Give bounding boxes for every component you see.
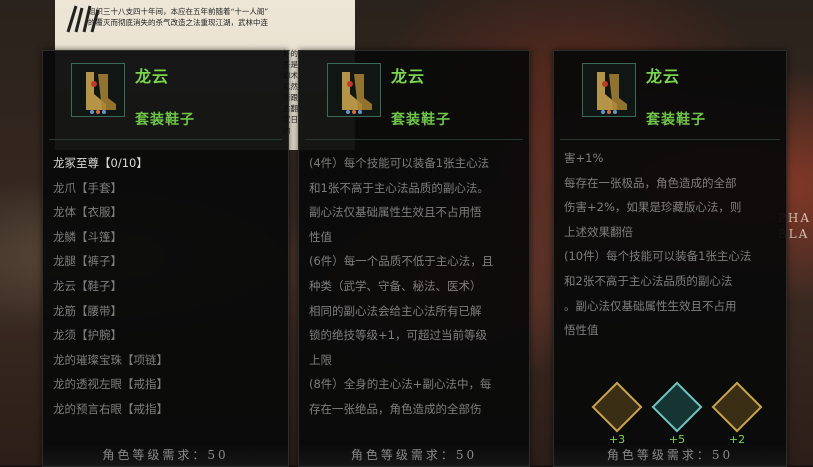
level-requirement: 角色等级需求：50 [554,444,786,466]
paper-text: 组织三十八支四十年间，本应在五年前随着“十一人阁” 的覆灭而彻底消失的杀气改造之… [88,6,358,28]
item-tooltip-panel-3: 龙云 套装鞋子 害+1% 每存在一张极品，角色造成的全部 伤害+2%，如果是珍藏… [553,50,787,467]
set-piece: 龙的透视左眼【戒指】 [53,377,168,392]
set-piece: 龙体【衣服】 [53,205,122,220]
bonus-line: 上限 [309,352,332,367]
bonus-line: (8件）全身的主心法+副心法中，每 [309,377,492,392]
level-requirement: 角色等级需求：50 [43,444,288,466]
bonus-line: (10件）每个技能可以装备1张主心法 [564,249,752,264]
tooltip-header: 龙云 套装鞋子 [554,51,786,139]
skill-icons: +3 +5 +2 [591,381,763,446]
skill-diamond-icon [651,381,703,433]
set-title: 龙冢至尊【0/10】 [53,156,148,170]
set-piece: 龙鳞【斗篷】 [53,229,122,244]
set-bonus-text: 害+1% 每存在一张极品，角色造成的全部 伤害+2%，如果是珍藏版心法，则 上述… [564,146,778,343]
bonus-line: (4件）每个技能可以装备1张主心法 [309,156,490,170]
item-name: 龙云 [135,67,170,86]
divider [49,139,282,140]
skill-diamond-icon [591,381,643,433]
bonus-line: 相同的副心法会给主心法所有已解 [309,303,482,318]
item-type: 套装鞋子 [135,112,195,128]
tooltip-header: 龙云 套装鞋子 [43,51,288,139]
bonus-line: 和1张不高于主心法品质的副心法。 [309,180,489,195]
boots-item-icon [582,63,636,117]
paper-line: 组织三十八支四十年间，本应在五年前随着“十一人阁” [88,7,269,16]
set-piece: 龙云【鞋子】 [53,278,122,293]
bonus-line: 伤害+2%，如果是珍藏版心法，则 [564,200,742,215]
bonus-line: 副心法仅基础属性生效且不占用悟 [309,205,482,220]
level-requirement: 角色等级需求：50 [299,444,529,466]
bonus-line: 锁的绝技等级+1，可超过当前等级 [309,328,487,343]
item-tooltip-panel-1: 龙云 套装鞋子 龙冢至尊【0/10】 龙爪【手套】 龙体【衣服】 龙鳞【斗篷】 … [42,50,289,467]
set-piece-list: 龙冢至尊【0/10】 龙爪【手套】 龙体【衣服】 龙鳞【斗篷】 龙腿【裤子】 龙… [53,151,280,422]
bonus-line: 悟性值 [564,323,599,338]
divider [560,139,780,140]
item-type: 套装鞋子 [646,112,706,128]
item-name: 龙云 [646,67,681,86]
bonus-line: 。副心法仅基础属性生效且不占用 [564,298,737,313]
set-piece: 龙爪【手套】 [53,180,122,195]
set-piece: 龙的璀璨宝珠【项链】 [53,352,168,367]
bonus-line: 存在一张绝品，角色造成的全部伤 [309,401,482,416]
paper-line: 的覆灭而彻底消失的杀气改造之法重现江湖，武林中连 [88,18,268,27]
set-piece: 龙筋【腰带】 [53,303,122,318]
bonus-line: 性值 [309,229,332,244]
bonus-line: 害+1% [564,151,604,165]
set-bonus-text: (4件）每个技能可以装备1张主心法 和1张不高于主心法品质的副心法。 副心法仅基… [309,151,521,422]
set-piece: 龙须【护腕】 [53,328,122,343]
bonus-line: (6件）每一个品质不低于主心法，且 [309,254,494,269]
bonus-line: 上述效果翻倍 [564,224,633,239]
boots-item-icon [327,63,381,117]
skill-slot-2[interactable]: +5 [651,381,703,446]
divider [305,139,523,140]
item-tooltip-panel-2: 龙云 套装鞋子 (4件）每个技能可以装备1张主心法 和1张不高于主心法品质的副心… [298,50,530,467]
set-piece: 龙腿【裤子】 [53,254,122,269]
tooltip-header: 龙云 套装鞋子 [299,51,529,139]
bonus-line: 和2张不高于主心法品质的副心法 [564,273,733,288]
set-piece: 龙的预言右眼【戒指】 [53,401,168,416]
skill-slot-1[interactable]: +3 [591,381,643,446]
item-type: 套装鞋子 [391,112,451,128]
skill-slot-3[interactable]: +2 [711,381,763,446]
skill-diamond-icon [711,381,763,433]
bonus-line: 种类（武学、守备、秘法、医术） [309,278,482,293]
item-name: 龙云 [391,67,426,86]
boots-item-icon [71,63,125,117]
bonus-line: 每存在一张极品，角色造成的全部 [564,175,737,190]
